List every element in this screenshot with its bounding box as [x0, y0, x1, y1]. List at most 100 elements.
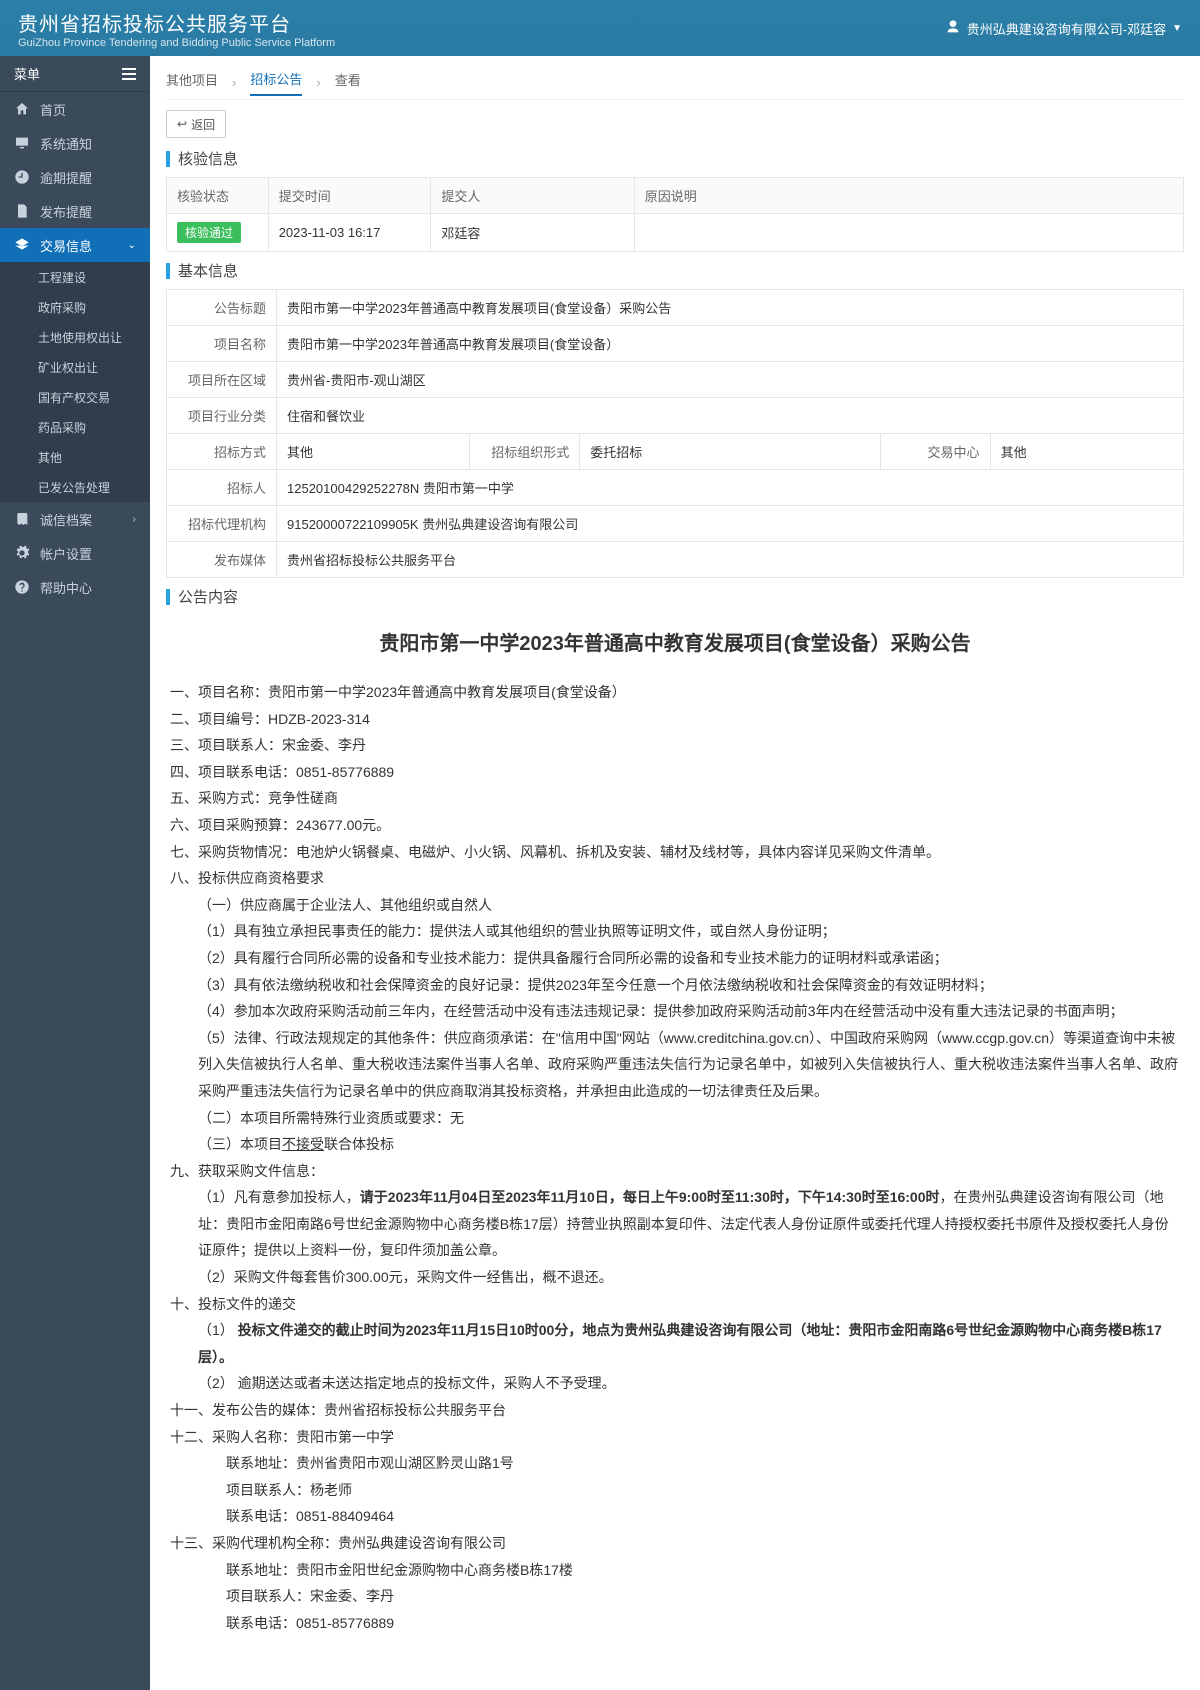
title-bar-icon [166, 263, 170, 279]
user-menu[interactable]: 贵州弘典建设咨询有限公司-邓廷容 ▼ [945, 19, 1182, 38]
basic-panel: 基本信息 公告标题贵阳市第一中学2023年普通高中教育发展项目(食堂设备）采购公… [166, 260, 1184, 578]
doc-line: （2）采购文件每套售价300.00元，采购文件一经售出，概不退还。 [170, 1264, 1180, 1291]
info-key: 公告标题 [167, 290, 277, 326]
content-panel: 公告内容 贵阳市第一中学2023年普通高中教育发展项目(食堂设备）采购公告 一、… [166, 586, 1184, 1660]
doc-line: 三、项目联系人：宋金委、李丹 [170, 732, 1180, 759]
table-row: 公告标题贵阳市第一中学2023年普通高中教育发展项目(食堂设备）采购公告 [167, 290, 1184, 326]
back-icon: ↩ [177, 117, 187, 131]
k-orgform: 招标组织形式 [470, 434, 580, 470]
sidebar-item-label: 交易信息 [40, 236, 92, 255]
content-title: 公告内容 [178, 586, 238, 607]
sidebar-subitem[interactable]: 矿业权出让 [0, 352, 150, 382]
doc-line: 十二、采购人名称：贵阳市第一中学 [170, 1424, 1180, 1451]
hamburger-icon [122, 68, 136, 80]
chevron-down-icon: ▼ [1172, 23, 1182, 34]
crumb-1[interactable]: 招标公告 [250, 69, 302, 96]
clock-icon [14, 169, 30, 185]
cell-time: 2023-11-03 16:17 [268, 214, 431, 252]
doc-line: （1） 投标文件递交的截止时间为2023年11月15日10时00分，地点为贵州弘… [170, 1317, 1180, 1370]
doc-line: 八、投标供应商资格要求 [170, 865, 1180, 892]
app-title-en: GuiZhou Province Tendering and Bidding P… [18, 37, 335, 49]
sidebar-subitem[interactable]: 政府采购 [0, 292, 150, 322]
th-person: 提交人 [431, 178, 634, 214]
crumb-2[interactable]: 查看 [335, 70, 361, 95]
info-val: 12520100429252278N 贵阳市第一中学 [277, 470, 1184, 506]
cell-status: 核验通过 [167, 214, 269, 252]
doc-line: 六、项目采购预算：243677.00元。 [170, 812, 1180, 839]
table-row: 招标方式 其他 招标组织形式 委托招标 交易中心 其他 [167, 434, 1184, 470]
table-row: 核验通过 2023-11-03 16:17 邓廷容 [167, 214, 1184, 252]
sidebar-submenu: 工程建设政府采购土地使用权出让矿业权出让国有产权交易药品采购其他已发公告处理 [0, 262, 150, 502]
sidebar-header[interactable]: 菜单 [0, 56, 150, 92]
sidebar-subitem[interactable]: 土地使用权出让 [0, 322, 150, 352]
doc-title: 贵阳市第一中学2023年普通高中教育发展项目(食堂设备）采购公告 [170, 625, 1180, 663]
info-val: 91520000722109905K 贵州弘典建设咨询有限公司 [277, 506, 1184, 542]
toolbar: ↩ 返回 [166, 110, 1184, 138]
gear-icon [14, 545, 30, 561]
table-row: 项目所在区域贵州省-贵阳市-观山湖区 [167, 362, 1184, 398]
doc-line: 五、采购方式：竞争性磋商 [170, 785, 1180, 812]
doc-line: （1）凡有意参加投标人，请于2023年11月04日至2023年11月10日，每日… [170, 1184, 1180, 1264]
layers-icon [14, 237, 30, 253]
sidebar-item[interactable]: 帐户设置 [0, 536, 150, 570]
doc-line: 十、投标文件的递交 [170, 1291, 1180, 1318]
sidebar-subitem[interactable]: 其他 [0, 442, 150, 472]
info-val: 贵州省-贵阳市-观山湖区 [277, 362, 1184, 398]
doc-line: 九、获取采购文件信息： [170, 1158, 1180, 1185]
table-row: 项目行业分类住宿和餐饮业 [167, 398, 1184, 434]
sidebar-item[interactable]: 逾期提醒 [0, 160, 150, 194]
table-row: 招标人12520100429252278N 贵阳市第一中学 [167, 470, 1184, 506]
verify-title: 核验信息 [178, 148, 238, 169]
title-bar-icon [166, 151, 170, 167]
info-key: 项目行业分类 [167, 398, 277, 434]
sidebar-item-label: 帐户设置 [40, 544, 92, 563]
sidebar-item-label: 首页 [40, 100, 66, 119]
sidebar-item[interactable]: 帮助中心 [0, 570, 150, 604]
doc-line: 联系电话：0851-85776889 [170, 1610, 1180, 1637]
v-center: 其他 [990, 434, 1183, 470]
panel-title: 核验信息 [166, 148, 1184, 169]
doc-line: （二）本项目所需特殊行业资质或要求：无 [170, 1105, 1180, 1132]
sidebar-item[interactable]: 诚信档案 › [0, 502, 150, 536]
logo: 贵州省招标投标公共服务平台 GuiZhou Province Tendering… [18, 8, 335, 49]
doc-line: 十一、发布公告的媒体：贵州省招标投标公共服务平台 [170, 1397, 1180, 1424]
doc-line: 联系地址：贵阳市金阳世纪金源购物中心商务楼B栋17楼 [170, 1557, 1180, 1584]
cell-person: 邓廷容 [431, 214, 634, 252]
document-body: 贵阳市第一中学2023年普通高中教育发展项目(食堂设备）采购公告 一、项目名称：… [166, 615, 1184, 1660]
v-bidmethod: 其他 [277, 434, 470, 470]
crumb-sep: › [232, 75, 236, 90]
sidebar-item-label: 诚信档案 [40, 510, 92, 529]
table-row: 项目名称贵阳市第一中学2023年普通高中教育发展项目(食堂设备） [167, 326, 1184, 362]
doc-icon [14, 203, 30, 219]
sidebar-item[interactable]: 发布提醒 [0, 194, 150, 228]
sidebar-item[interactable]: 系统通知 [0, 126, 150, 160]
doc-line: （2） 逾期送达或者未送达指定地点的投标文件，采购人不予受理。 [170, 1370, 1180, 1397]
info-val: 贵州省招标投标公共服务平台 [277, 542, 1184, 578]
panel-title: 公告内容 [166, 586, 1184, 607]
chevron-right-icon: › [133, 514, 136, 525]
back-button[interactable]: ↩ 返回 [166, 110, 226, 138]
sidebar-subitem[interactable]: 国有产权交易 [0, 382, 150, 412]
info-val: 贵阳市第一中学2023年普通高中教育发展项目(食堂设备）采购公告 [277, 290, 1184, 326]
info-key: 发布媒体 [167, 542, 277, 578]
info-val: 贵阳市第一中学2023年普通高中教育发展项目(食堂设备） [277, 326, 1184, 362]
doc-line: 联系地址：贵州省贵阳市观山湖区黔灵山路1号 [170, 1450, 1180, 1477]
sidebar-item[interactable]: 首页 [0, 92, 150, 126]
info-key: 招标代理机构 [167, 506, 277, 542]
status-badge: 核验通过 [177, 222, 241, 243]
info-key: 项目名称 [167, 326, 277, 362]
breadcrumb: 其他项目 › 招标公告 › 查看 [166, 66, 1184, 100]
th-status: 核验状态 [167, 178, 269, 214]
sidebar-subitem[interactable]: 工程建设 [0, 262, 150, 292]
sidebar-subitem[interactable]: 已发公告处理 [0, 472, 150, 502]
sidebar-item[interactable]: 交易信息⌄ [0, 228, 150, 262]
main-content: 其他项目 › 招标公告 › 查看 ↩ 返回 核验信息 核验状态 提交时间 提交人 [150, 56, 1200, 1690]
info-key: 招标人 [167, 470, 277, 506]
basic-title: 基本信息 [178, 260, 238, 281]
crumb-0[interactable]: 其他项目 [166, 70, 218, 95]
cell-reason [634, 214, 1183, 252]
sidebar-subitem[interactable]: 药品采购 [0, 412, 150, 442]
doc-line: 七、采购货物情况：电池炉火锅餐桌、电磁炉、小火锅、风幕机、拆机及安装、辅材及线材… [170, 839, 1180, 866]
app-title-cn: 贵州省招标投标公共服务平台 [18, 8, 335, 37]
monitor-icon [14, 135, 30, 151]
